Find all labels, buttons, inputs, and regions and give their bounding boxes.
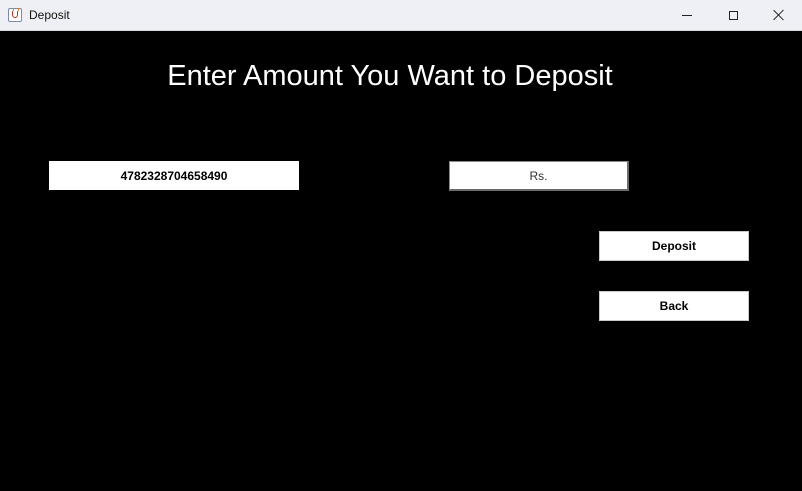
java-cup-icon (8, 8, 22, 22)
maximize-button[interactable] (710, 0, 756, 30)
maximize-icon (728, 10, 738, 20)
close-icon (773, 9, 785, 21)
title-bar: Deposit (0, 0, 802, 31)
window-title: Deposit (29, 8, 70, 22)
close-button[interactable] (756, 0, 802, 30)
amount-input[interactable] (449, 161, 629, 191)
minimize-icon (682, 14, 692, 16)
minimize-button[interactable] (664, 0, 710, 30)
page-title: Enter Amount You Want to Deposit (167, 60, 613, 92)
back-button[interactable]: Back (599, 291, 749, 321)
deposit-button[interactable]: Deposit (599, 231, 749, 261)
card-number-label: 4782328704658490 (49, 161, 299, 190)
